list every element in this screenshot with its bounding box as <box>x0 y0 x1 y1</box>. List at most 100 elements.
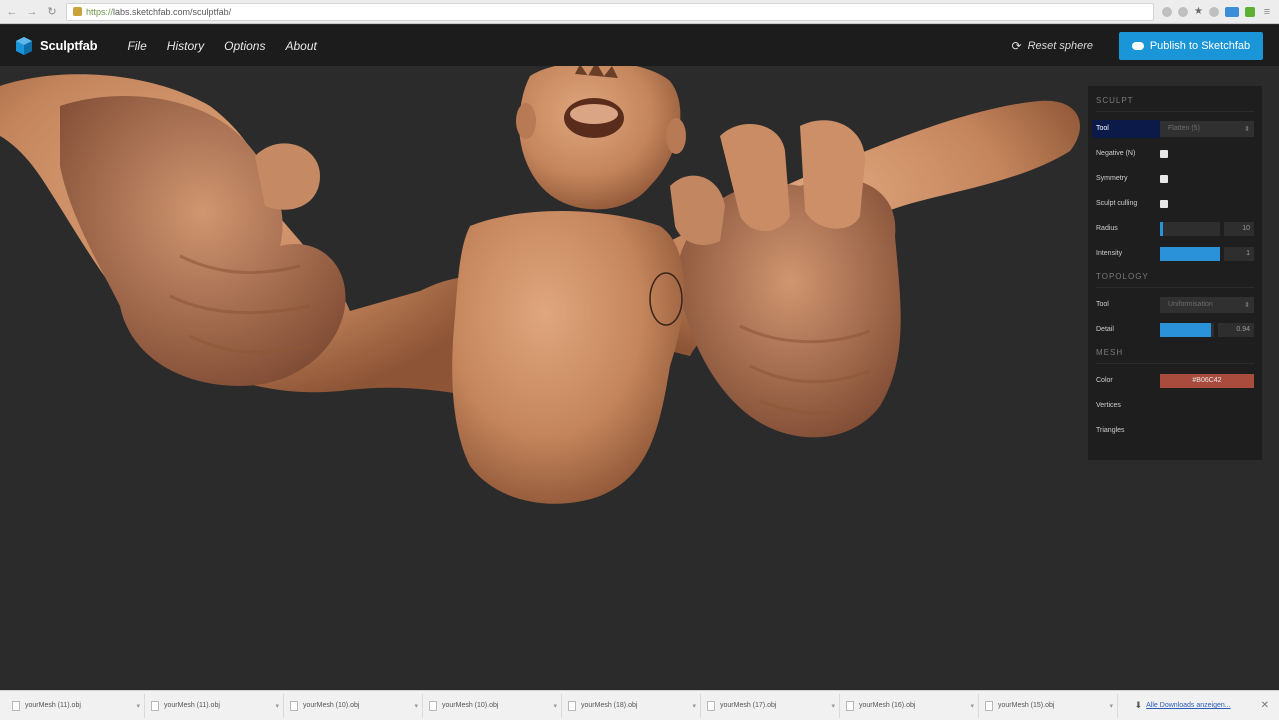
culling-label: Sculpt culling <box>1096 200 1138 207</box>
download-item[interactable]: yourMesh (17).obj ▾ <box>701 693 840 718</box>
file-icon <box>151 700 159 711</box>
row-detail: Detail 0.94 <box>1096 317 1254 342</box>
radius-slider[interactable] <box>1160 221 1220 236</box>
row-tool: Tool Flatten (5) ⬍ <box>1092 116 1254 141</box>
address-bar[interactable]: https://labs.sketchfab.com/sculptfab/ <box>66 2 1155 21</box>
detail-value[interactable]: 0.94 <box>1218 322 1254 337</box>
extension-icon[interactable] <box>1225 6 1239 17</box>
section-mesh-title: MESH <box>1096 342 1254 364</box>
topo-tool-label: Tool <box>1096 301 1109 308</box>
download-item[interactable]: yourMesh (10).obj ▾ <box>284 693 423 718</box>
radius-value[interactable]: 10 <box>1224 221 1254 236</box>
file-icon <box>707 700 715 711</box>
chevron-down-icon[interactable]: ▾ <box>970 702 974 710</box>
reload-icon[interactable]: ↻ <box>46 5 58 18</box>
download-item[interactable]: yourMesh (16).obj ▾ <box>840 693 979 718</box>
close-icon[interactable]: ✕ <box>1261 700 1269 711</box>
extension-icon[interactable] <box>1245 6 1255 17</box>
culling-checkbox[interactable] <box>1160 199 1168 208</box>
symmetry-label: Symmetry <box>1096 175 1128 182</box>
row-intensity: Intensity 1 <box>1096 241 1254 266</box>
vertices-label: Vertices <box>1096 402 1121 409</box>
detail-slider-fill <box>1160 322 1211 337</box>
file-icon <box>846 700 854 711</box>
select-arrows-icon: ⬍ <box>1244 125 1250 133</box>
row-vertices: Vertices <box>1096 393 1254 418</box>
show-all-downloads-label: Alle Downloads anzeigen... <box>1146 702 1231 709</box>
row-culling: Sculpt culling <box>1096 191 1254 216</box>
app-name: Sculptfab <box>40 38 98 53</box>
url-text: https://labs.sketchfab.com/sculptfab/ <box>86 6 232 17</box>
reset-sphere-button[interactable]: ⟳ Reset sphere <box>1012 39 1094 53</box>
intensity-label: Intensity <box>1096 250 1123 257</box>
section-topology-title: TOPOLOGY <box>1096 266 1254 288</box>
browser-toolbar: ← → ↻ https://labs.sketchfab.com/sculptf… <box>0 0 1279 24</box>
sculpt-panel: SCULPT Tool Flatten (5) ⬍ Negative (N) S… <box>1088 86 1262 460</box>
app-header: Sculptfab File History Options About ⟳ R… <box>0 25 1279 66</box>
color-picker[interactable]: #B06C42 <box>1160 373 1254 388</box>
extension-icon[interactable] <box>1178 6 1189 17</box>
chevron-down-icon[interactable]: ▾ <box>414 702 418 710</box>
detail-slider[interactable] <box>1160 322 1214 337</box>
topo-tool-select[interactable]: Uniformisation ⬍ <box>1160 296 1254 313</box>
row-topo-tool: Tool Uniformisation ⬍ <box>1096 292 1254 317</box>
intensity-slider[interactable] <box>1160 246 1220 261</box>
download-item[interactable]: yourMesh (18).obj ▾ <box>562 693 701 718</box>
menu-icon[interactable]: ≡ <box>1261 6 1273 18</box>
extension-icon[interactable] <box>1162 6 1173 17</box>
intensity-value[interactable]: 1 <box>1224 246 1254 261</box>
extension-icon[interactable] <box>1209 6 1219 17</box>
download-item[interactable]: yourMesh (15).obj ▾ <box>979 693 1118 718</box>
lock-icon <box>73 7 82 16</box>
publish-label: Publish to Sketchfab <box>1149 39 1251 52</box>
publish-button[interactable]: Publish to Sketchfab <box>1119 31 1263 60</box>
radius-label: Radius <box>1096 225 1118 232</box>
chevron-down-icon[interactable]: ▾ <box>692 702 696 710</box>
download-name: yourMesh (18).obj <box>581 702 638 709</box>
reset-sphere-label: Reset sphere <box>1027 39 1093 52</box>
topo-tool-select-value: Uniformisation <box>1168 301 1213 308</box>
tool-select-value: Flatten (5) <box>1168 125 1200 132</box>
section-sculpt-title: SCULPT <box>1096 90 1254 112</box>
tool-select[interactable]: Flatten (5) ⬍ <box>1160 120 1254 137</box>
download-name: yourMesh (15).obj <box>998 702 1055 709</box>
show-all-downloads-link[interactable]: ⬇ Alle Downloads anzeigen... <box>1135 700 1231 711</box>
row-radius: Radius 10 <box>1096 216 1254 241</box>
menu-history[interactable]: History <box>167 39 204 53</box>
chevron-down-icon[interactable]: ▾ <box>136 702 140 710</box>
detail-label: Detail <box>1096 326 1114 333</box>
menu-options[interactable]: Options <box>224 39 265 53</box>
file-icon <box>568 700 576 711</box>
downloads-bar: yourMesh (11).obj ▾ yourMesh (11).obj ▾ yo… <box>0 690 1279 720</box>
chevron-down-icon[interactable]: ▾ <box>275 702 279 710</box>
symmetry-checkbox[interactable] <box>1160 174 1168 183</box>
radius-slider-fill <box>1160 221 1163 236</box>
chevron-down-icon[interactable]: ▾ <box>1109 702 1113 710</box>
download-icon: ⬇ <box>1134 700 1143 710</box>
row-symmetry: Symmetry <box>1096 166 1254 191</box>
sculptfab-logo-icon <box>16 36 32 55</box>
star-icon[interactable]: ★ <box>1194 6 1203 17</box>
cloud-upload-icon <box>1131 41 1144 50</box>
select-arrows-icon: ⬍ <box>1244 301 1250 309</box>
download-name: yourMesh (10).obj <box>442 702 499 709</box>
file-icon <box>985 700 993 711</box>
chevron-down-icon[interactable]: ▾ <box>831 702 835 710</box>
menu-file[interactable]: File <box>127 39 146 53</box>
download-item[interactable]: yourMesh (10).obj ▾ <box>423 693 562 718</box>
back-icon[interactable]: ← <box>6 6 18 18</box>
triangles-label: Triangles <box>1096 427 1125 434</box>
row-negative: Negative (N) <box>1096 141 1254 166</box>
download-name: yourMesh (10).obj <box>303 702 360 709</box>
chevron-down-icon[interactable]: ▾ <box>553 702 557 710</box>
download-item[interactable]: yourMesh (11).obj ▾ <box>6 693 145 718</box>
tool-label: Tool <box>1092 119 1160 138</box>
menu-about[interactable]: About <box>285 39 316 53</box>
negative-label: Negative (N) <box>1096 150 1136 157</box>
file-icon <box>12 700 20 711</box>
refresh-icon: ⟳ <box>1011 38 1022 53</box>
file-icon <box>290 700 298 711</box>
negative-checkbox[interactable] <box>1160 149 1168 158</box>
forward-icon[interactable]: → <box>26 6 38 18</box>
download-item[interactable]: yourMesh (11).obj ▾ <box>145 693 284 718</box>
